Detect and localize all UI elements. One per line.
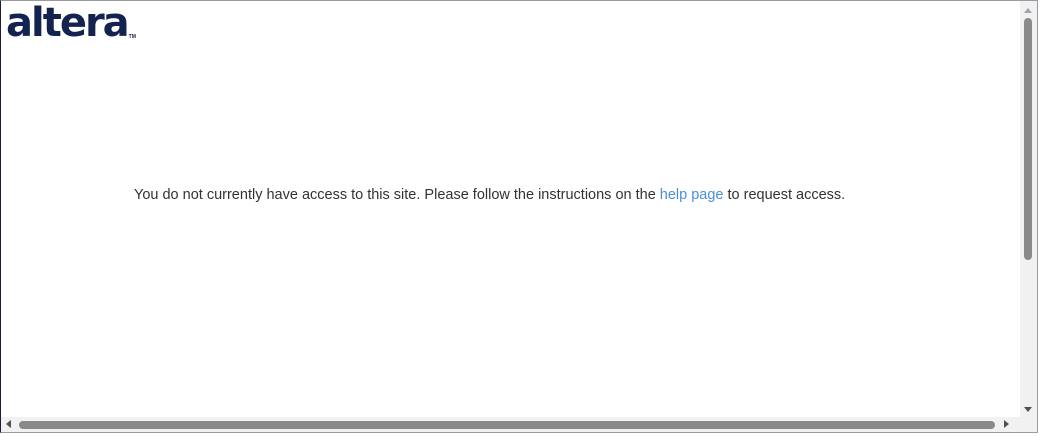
message-text-before: You do not currently have access to this… bbox=[134, 187, 660, 203]
chevron-right-icon[interactable] bbox=[1004, 420, 1009, 428]
trademark-mark: TM bbox=[128, 34, 136, 40]
scrollbar-corner bbox=[1020, 417, 1037, 432]
chevron-up-icon[interactable] bbox=[1024, 8, 1032, 13]
chevron-down-icon[interactable] bbox=[1024, 407, 1032, 412]
message-text-after: to request access. bbox=[723, 187, 846, 203]
access-denied-message: You do not currently have access to this… bbox=[134, 186, 845, 204]
altera-logo: altera TM bbox=[6, 3, 136, 43]
browser-viewport: altera TM You do not currently have acce… bbox=[0, 0, 1038, 433]
chevron-left-icon[interactable] bbox=[6, 420, 11, 428]
logo-wordmark: altera bbox=[6, 0, 130, 46]
horizontal-scrollbar[interactable] bbox=[1, 417, 1021, 432]
vertical-scroll-thumb[interactable] bbox=[1024, 18, 1032, 260]
horizontal-scroll-thumb[interactable] bbox=[19, 421, 995, 429]
vertical-scrollbar[interactable] bbox=[1020, 1, 1037, 418]
help-page-link[interactable]: help page bbox=[660, 187, 724, 203]
